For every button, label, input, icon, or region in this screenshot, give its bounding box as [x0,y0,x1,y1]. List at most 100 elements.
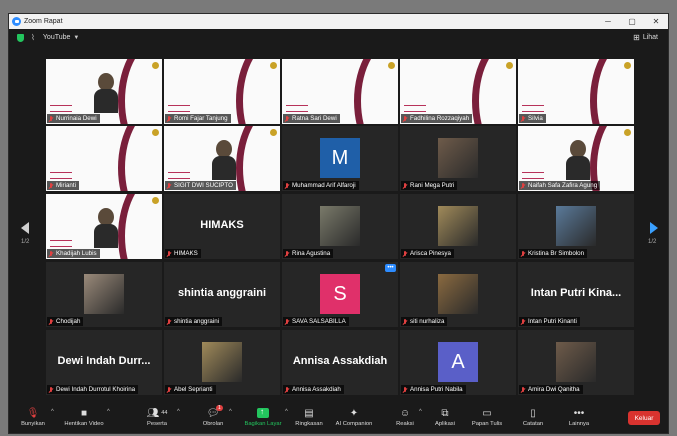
muted-mic-icon [285,182,289,189]
apps-icon: ⧉ [441,407,449,419]
participant-tile[interactable]: shintia anggraini shintia anggraini [164,262,280,327]
muted-mic-icon [167,318,171,325]
chat-label: Obrolan [202,421,224,427]
minimize-icon[interactable]: ─ [596,14,620,29]
chat-button[interactable]: 💬︎ 1 Obrolan [193,405,233,427]
page-indicator-right: 1/2 [648,239,657,245]
security-shield-icon[interactable] [17,33,24,42]
participant-display-name: shintia anggraini [177,287,266,299]
chevron-up-icon[interactable]: ^ [51,409,54,415]
ai-companion-button[interactable]: ✦ AI Companion [331,407,377,428]
participant-nameplate: Mirianti [47,181,79,190]
participant-tile[interactable]: Annisa Assakdiah Annisa Assakdiah [282,330,398,395]
participant-photo [438,138,478,178]
zoom-logo-icon [12,17,21,26]
participant-tile[interactable]: Abel Seprianti [164,330,280,395]
participant-name: Annisa Putri Nabila [410,386,463,393]
participant-nameplate: Intan Putri Kinanti [519,317,580,326]
chevron-up-icon[interactable]: ^ [419,409,422,415]
participant-video [94,208,118,248]
share-screen-button[interactable]: Bagikan Layar [241,407,285,427]
participant-tile[interactable]: Rani Mega Putri [400,126,516,191]
participant-avatar: A [438,342,478,382]
participant-name: Naifah Safa Zafira Agung [528,182,598,189]
participant-name: Intan Putri Kinanti [528,318,577,325]
muted-mic-icon [521,115,525,122]
participant-tile[interactable]: Mirianti [46,126,162,191]
chevron-up-icon[interactable]: ^ [177,409,180,415]
whiteboard-button[interactable]: ▭ Papan Tulis [465,407,509,428]
share-screen-icon [241,407,285,419]
more-button[interactable]: ••• Lainnya [559,407,599,428]
previous-page-arrow-icon[interactable] [21,222,29,234]
participant-nameplate: Khadijah Lubis [47,249,100,258]
stop-video-button[interactable]: ■ Hentikan Video [61,407,107,428]
participant-tile[interactable]: S SAVA SALSABILLA ••• [282,262,398,327]
window-title: Zoom Rapat [24,18,63,25]
participant-name: Arisca Pinesya [410,250,451,257]
participants-count: 44 [161,410,168,416]
muted-mic-icon [167,115,171,122]
chevron-up-icon[interactable]: ^ [229,409,232,415]
participant-tile[interactable]: SIGIT DWI SUCIPTO [164,126,280,191]
participant-name: Annisa Assakdiah [292,386,341,393]
more-options-icon[interactable]: ••• [385,264,396,272]
apps-button[interactable]: ⧉ Aplikasi [425,407,465,428]
participant-tile[interactable]: Amira Dwi Qanitha [518,330,634,395]
participant-tile[interactable]: Intan Putri Kina... Intan Putri Kinanti [518,262,634,327]
participant-photo [320,206,360,246]
chat-bubble-icon: 💬︎ 1 [206,405,223,419]
view-button[interactable]: ⊞ Lihat [633,29,658,46]
close-icon[interactable]: ✕ [644,14,668,29]
participant-tile[interactable]: Nurrinaia Dewi [46,59,162,124]
participant-tile[interactable]: Arisca Pinesya [400,194,516,259]
unmute-button[interactable]: 🎙︎ Bunyikan [13,407,53,428]
participant-tile[interactable]: Silvia [518,59,634,124]
chevron-up-icon[interactable]: ^ [285,409,288,415]
participants-button[interactable]: 👥︎ 44 Peserta [137,407,177,428]
participant-nameplate: Kristina Br Simbolon [519,249,588,258]
participant-tile[interactable]: Romi Fajar Tanjung [164,59,280,124]
participant-tile[interactable]: A Annisa Putri Nabila [400,330,516,395]
participant-nameplate: Nurrinaia Dewi [47,114,100,123]
view-label: Lihat [642,34,658,41]
participant-tile[interactable]: Rina Agustina [282,194,398,259]
participant-tile[interactable]: M Muhammad Arif Alfaroji [282,126,398,191]
youtube-stream-label[interactable]: YouTube [43,34,71,41]
muted-mic-icon [167,250,171,257]
participant-nameplate: Romi Fajar Tanjung [165,114,231,123]
muted-mic-icon [49,250,53,257]
participant-tile[interactable]: Ratna Sari Dewi [282,59,398,124]
chevron-down-icon[interactable]: ▼ [73,35,79,41]
signal-icon: ⌇ [31,33,35,42]
participant-tile[interactable]: siti nurhaliza [400,262,516,327]
participant-name: Kristina Br Simbolon [528,250,585,257]
participant-tile[interactable]: HIMAKS HIMAKS [164,194,280,259]
participant-tile[interactable]: Kristina Br Simbolon [518,194,634,259]
participants-icon: 👥︎ 44 [146,407,168,419]
participant-tile[interactable]: Naifah Safa Zafira Agung [518,126,634,191]
participant-nameplate: Ratna Sari Dewi [283,114,340,123]
participant-name: siti nurhaliza [410,318,445,325]
participant-nameplate: Annisa Assakdiah [283,385,344,394]
participant-tile[interactable]: Dewi Indah Durr... Dewi Indah Durrotul Kh… [46,330,162,395]
muted-mic-icon [403,386,407,393]
participant-name: SAVA SALSABILLA [292,318,346,325]
notes-button[interactable]: ▯ Catatan [513,407,553,428]
leave-button[interactable]: Keluar [628,411,660,425]
muted-mic-icon [49,182,53,189]
maximize-icon[interactable]: ▢ [620,14,644,29]
next-page-arrow-icon[interactable] [650,222,658,234]
summary-button[interactable]: ▤ Ringkasan [289,407,329,428]
participant-photo [556,206,596,246]
chevron-up-icon[interactable]: ^ [107,409,110,415]
participant-tile[interactable]: Fadhilina Rozzaqiyah [400,59,516,124]
participant-photo [202,342,242,382]
participant-nameplate: Rani Mega Putri [401,181,458,190]
muted-mic-icon [521,386,525,393]
ai-companion-label: AI Companion [335,421,373,427]
zoom-window: Zoom Rapat ─ ▢ ✕ ⌇ YouTube ▼ ⊞ Lihat Nur… [8,13,669,434]
page-indicator-left: 1/2 [21,239,30,245]
participant-tile[interactable]: Khadijah Lubis [46,194,162,259]
participant-tile[interactable]: Chodijah [46,262,162,327]
